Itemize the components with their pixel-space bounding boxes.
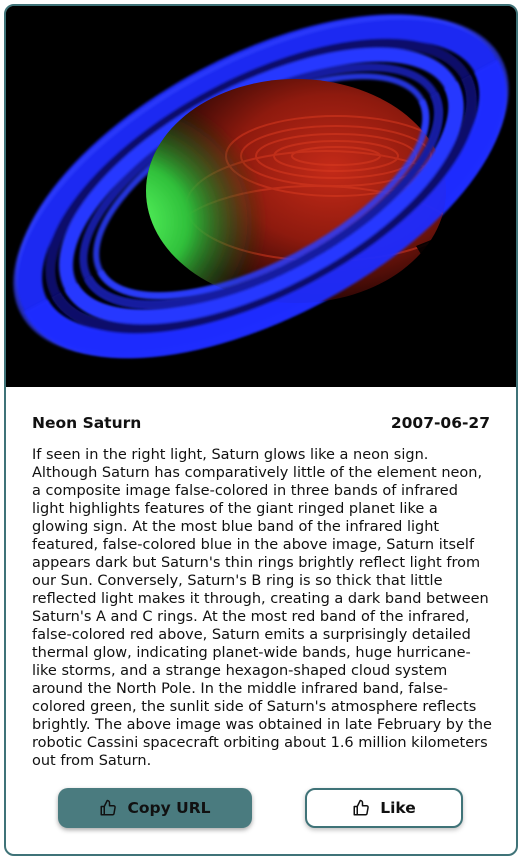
like-button[interactable]: Like [305,788,463,828]
post-description: If seen in the right light, Saturn glows… [32,447,492,769]
post-date: 2007-06-27 [390,414,490,432]
copy-url-label: Copy URL [127,799,211,817]
thumbs-up-icon [352,799,370,817]
post-image [6,6,516,387]
action-bar: Copy URL Like [6,788,516,832]
thumbs-up-icon [99,799,117,817]
saturn-illustration [6,6,516,387]
post-card: Neon Saturn 2007-06-27 If seen in the ri… [4,4,518,856]
copy-url-button[interactable]: Copy URL [58,788,252,828]
post-title: Neon Saturn [32,414,142,432]
like-label: Like [380,799,416,817]
post-meta: Neon Saturn 2007-06-27 [32,412,490,434]
